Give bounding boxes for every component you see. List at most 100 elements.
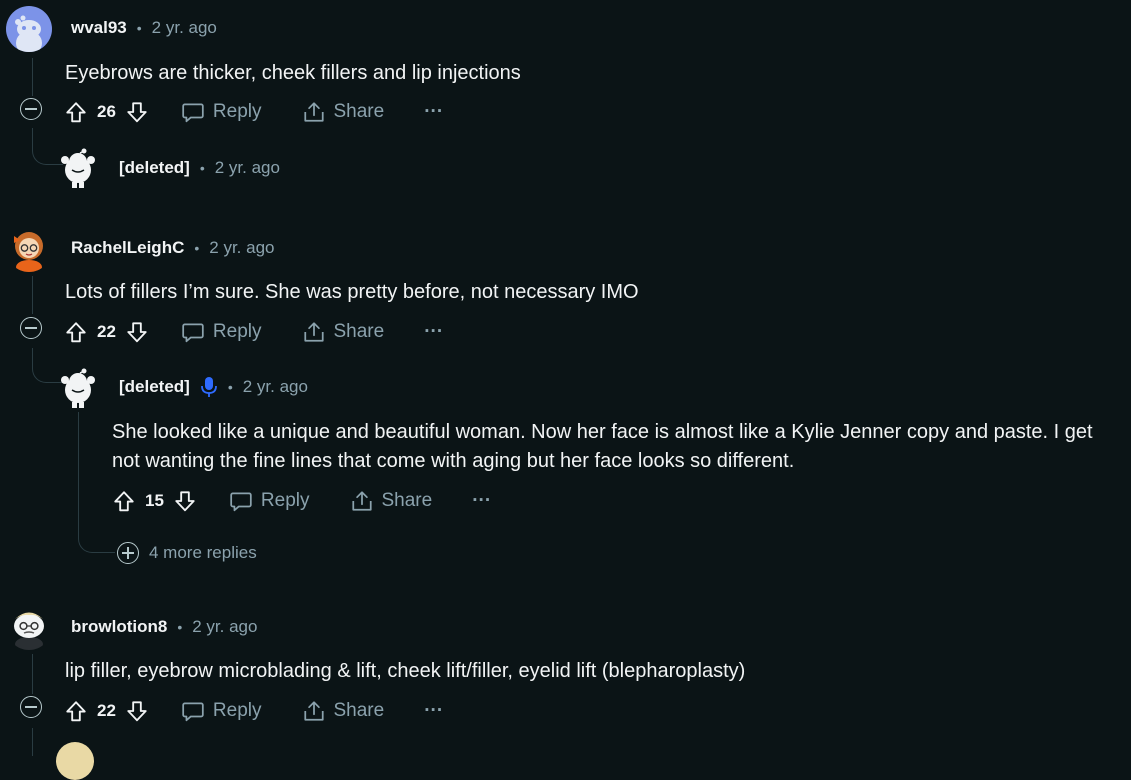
timestamp[interactable]: 2 yr. ago bbox=[209, 238, 274, 258]
comment-actions: 22 Reply Share ··· bbox=[64, 696, 443, 726]
thread-line bbox=[78, 412, 79, 512]
vote-count: 15 bbox=[145, 491, 164, 510]
reply-icon bbox=[182, 323, 204, 343]
share-icon bbox=[351, 491, 372, 511]
comment-text-line: not wanting the fine lines that come wit… bbox=[112, 450, 795, 472]
reply-icon bbox=[182, 103, 204, 123]
share-label: Share bbox=[333, 101, 385, 122]
comment-actions: 22 Reply Share ··· bbox=[64, 317, 443, 347]
more-options-icon: ··· bbox=[424, 700, 444, 721]
upvote-icon bbox=[66, 102, 86, 123]
comment-text: Eyebrows are thicker, cheek fillers and … bbox=[65, 62, 521, 84]
comment-meta: browlotion8 • 2 yr. ago bbox=[71, 617, 257, 637]
collapse-thread-button[interactable] bbox=[20, 317, 42, 339]
separator: • bbox=[177, 619, 183, 635]
downvote-button[interactable] bbox=[173, 489, 197, 513]
timestamp[interactable]: 2 yr. ago bbox=[152, 18, 217, 38]
custom-avatar-icon bbox=[14, 612, 44, 650]
reply-label: Reply bbox=[212, 700, 262, 721]
comment-text-line: She looked like a unique and beautiful w… bbox=[112, 421, 1093, 443]
upvote-icon bbox=[66, 322, 86, 343]
comment-text: lip filler, eyebrow microblading & lift,… bbox=[65, 660, 746, 682]
custom-avatar-icon bbox=[14, 232, 43, 272]
vote-count: 22 bbox=[97, 701, 116, 720]
reply-label: Reply bbox=[212, 101, 262, 122]
upvote-button[interactable] bbox=[64, 320, 88, 344]
more-replies-button[interactable]: 4 more replies bbox=[117, 542, 257, 564]
more-options-icon: ··· bbox=[472, 490, 492, 511]
reply-label: Reply bbox=[260, 490, 310, 511]
timestamp[interactable]: 2 yr. ago bbox=[192, 617, 257, 637]
downvote-icon bbox=[127, 322, 147, 343]
more-options-button[interactable]: ··· bbox=[472, 490, 491, 512]
share-button[interactable]: Share bbox=[350, 489, 433, 513]
collapse-thread-button[interactable] bbox=[20, 98, 42, 120]
comment-meta: [deleted] • 2 yr. ago bbox=[119, 376, 308, 398]
upvote-button[interactable] bbox=[64, 100, 88, 124]
reply-button[interactable]: Reply bbox=[181, 699, 262, 723]
thread-connector bbox=[78, 510, 115, 553]
separator: • bbox=[136, 20, 142, 36]
more-options-icon: ··· bbox=[424, 101, 444, 122]
share-icon bbox=[303, 701, 324, 721]
share-icon bbox=[303, 322, 324, 342]
more-options-icon: ··· bbox=[424, 321, 444, 342]
share-icon bbox=[303, 102, 324, 122]
comment-actions: 26 Reply Share ··· bbox=[64, 97, 443, 127]
downvote-button[interactable] bbox=[125, 320, 149, 344]
thread-line bbox=[32, 276, 33, 314]
vote-count: 22 bbox=[97, 322, 116, 341]
more-replies-label: 4 more replies bbox=[149, 543, 257, 562]
vote-count: 26 bbox=[97, 102, 116, 121]
share-button[interactable]: Share bbox=[302, 699, 385, 723]
downvote-button[interactable] bbox=[125, 100, 149, 124]
upvote-icon bbox=[114, 491, 134, 512]
more-options-button[interactable]: ··· bbox=[424, 321, 443, 343]
collapse-thread-button[interactable] bbox=[20, 696, 42, 718]
separator: • bbox=[227, 379, 233, 395]
username: [deleted] bbox=[119, 158, 190, 177]
downvote-button[interactable] bbox=[125, 699, 149, 723]
separator: • bbox=[199, 160, 205, 176]
upvote-button[interactable] bbox=[112, 489, 136, 513]
share-label: Share bbox=[333, 700, 385, 721]
username[interactable]: browlotion8 bbox=[71, 617, 167, 637]
more-options-button[interactable]: ··· bbox=[424, 700, 443, 722]
reply-icon bbox=[230, 492, 252, 512]
microphone-icon bbox=[200, 377, 217, 397]
more-options-button[interactable]: ··· bbox=[424, 101, 443, 123]
reply-button[interactable]: Reply bbox=[181, 320, 262, 344]
downvote-icon bbox=[175, 491, 195, 512]
comment-text: Lots of fillers I’m sure. She was pretty… bbox=[65, 281, 639, 303]
reply-button[interactable]: Reply bbox=[229, 489, 310, 513]
comment-meta: wval93 • 2 yr. ago bbox=[71, 18, 217, 38]
avatar[interactable] bbox=[56, 742, 94, 780]
timestamp[interactable]: 2 yr. ago bbox=[215, 158, 280, 178]
comment-text: She looked like a unique and beautiful w… bbox=[112, 418, 1127, 476]
reply-label: Reply bbox=[212, 321, 262, 342]
expand-icon bbox=[117, 542, 139, 564]
avatar[interactable] bbox=[6, 604, 52, 650]
username[interactable]: RachelLeighC bbox=[71, 238, 184, 258]
comment-actions: 15 Reply Share ··· bbox=[112, 486, 491, 516]
reply-icon bbox=[182, 702, 204, 722]
downvote-icon bbox=[127, 102, 147, 123]
avatar[interactable] bbox=[6, 226, 52, 272]
deleted-user-avatar-icon bbox=[60, 147, 96, 189]
timestamp[interactable]: 2 yr. ago bbox=[243, 377, 308, 397]
share-label: Share bbox=[381, 490, 433, 511]
avatar[interactable] bbox=[6, 6, 52, 52]
username[interactable]: wval93 bbox=[71, 18, 127, 38]
upvote-icon bbox=[66, 701, 86, 722]
username: [deleted] bbox=[119, 377, 190, 396]
share-button[interactable]: Share bbox=[302, 100, 385, 124]
upvote-button[interactable] bbox=[64, 699, 88, 723]
separator: • bbox=[194, 240, 200, 256]
comment-meta: [deleted] • 2 yr. ago bbox=[119, 158, 280, 178]
thread-line bbox=[32, 58, 33, 96]
snoo-avatar-icon bbox=[15, 15, 42, 52]
reply-button[interactable]: Reply bbox=[181, 100, 262, 124]
thread-line bbox=[32, 654, 33, 694]
share-label: Share bbox=[333, 321, 385, 342]
share-button[interactable]: Share bbox=[302, 320, 385, 344]
